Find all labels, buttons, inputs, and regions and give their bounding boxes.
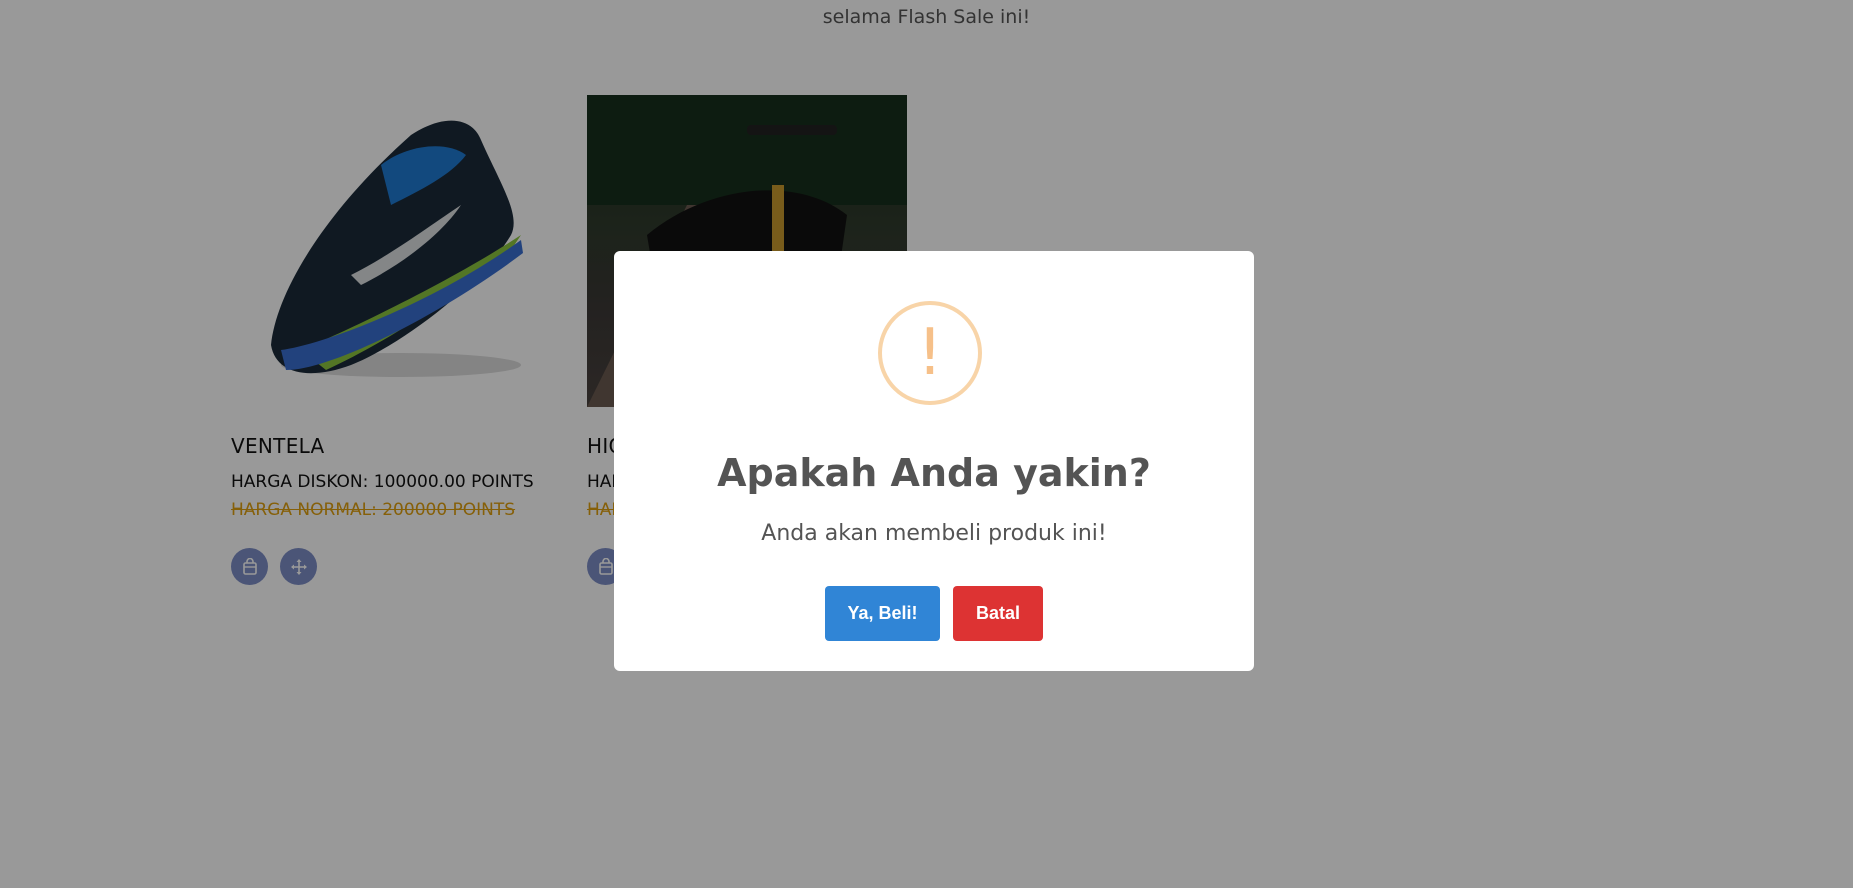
exclamation-icon: !	[917, 316, 943, 390]
warning-icon: !	[878, 301, 982, 405]
dialog-title: Apakah Anda yakin?	[717, 451, 1151, 495]
dialog-text: Anda akan membeli produk ini!	[761, 521, 1107, 546]
confirm-dialog: ! Apakah Anda yakin? Anda akan membeli p…	[614, 251, 1254, 671]
confirm-buy-button[interactable]: Ya, Beli!	[825, 586, 940, 641]
cancel-button[interactable]: Batal	[953, 586, 1043, 641]
dialog-actions: Ya, Beli! Batal	[614, 586, 1254, 641]
